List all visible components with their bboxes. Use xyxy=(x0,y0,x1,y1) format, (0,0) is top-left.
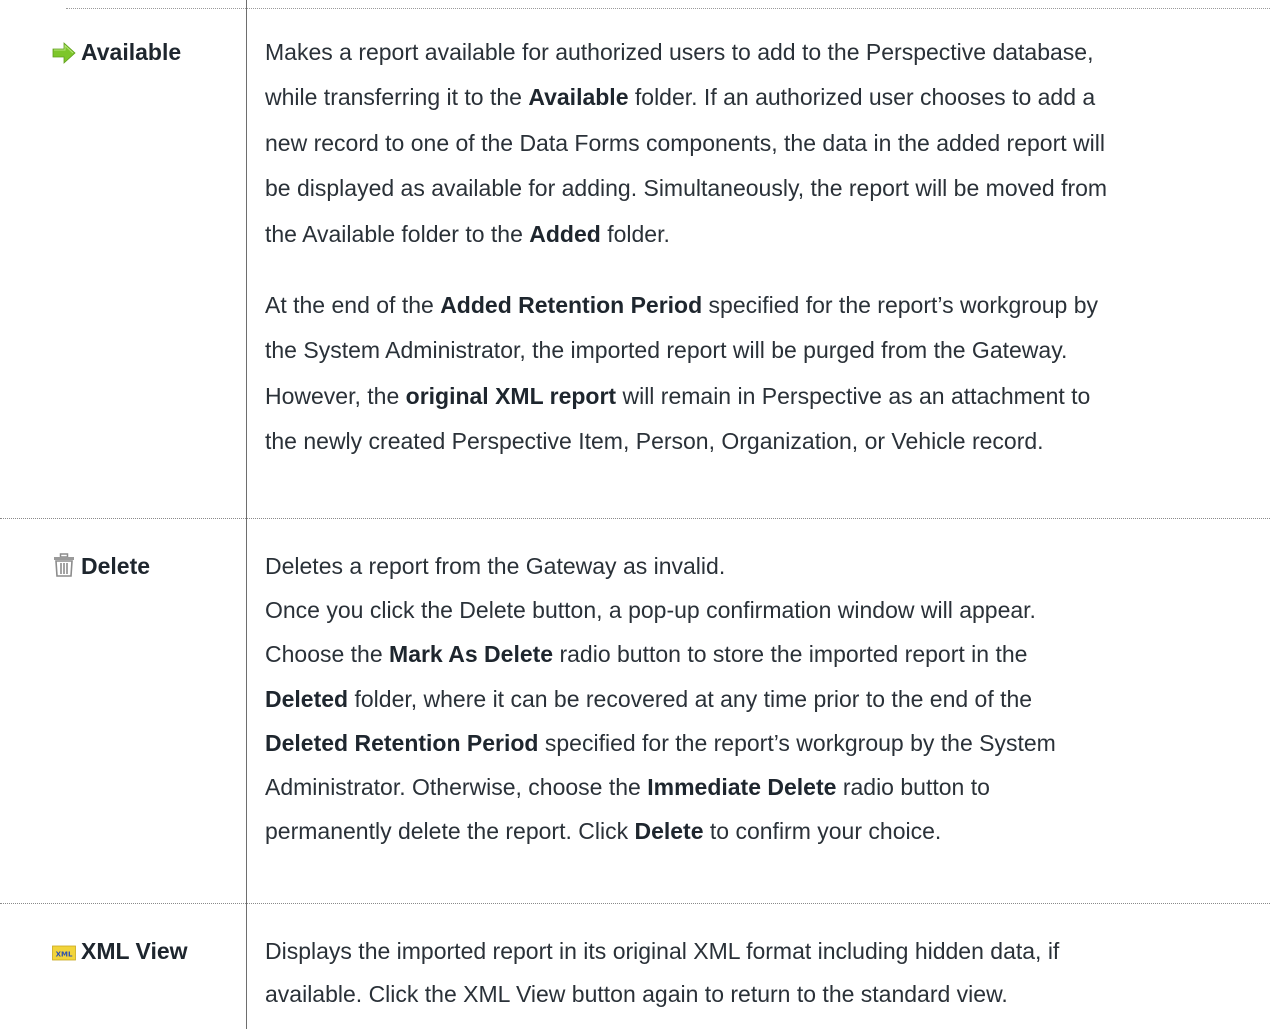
bold-term: Deleted xyxy=(265,685,349,712)
table-row-available: Available Makes a report available for a… xyxy=(0,0,1270,517)
term-label: XML View xyxy=(81,938,188,964)
bold-term: original XML report xyxy=(405,382,617,409)
description-line: permanently delete the report. Click Del… xyxy=(265,818,942,845)
bold-term: Immediate Delete xyxy=(647,774,837,801)
description-line: However, the original XML report will re… xyxy=(265,382,1091,409)
term-description: Makes a report available for authorized … xyxy=(265,30,1255,465)
bold-term: Added xyxy=(529,220,601,247)
description-line: Choose the Mark As Delete radio button t… xyxy=(265,641,1028,668)
description-line: Deleted folder, where it can be recovere… xyxy=(265,685,1033,712)
description-line: the Available folder to the Added folder… xyxy=(265,220,670,247)
description-line: At the end of the Added Retention Period… xyxy=(265,292,1099,319)
xml-icon-label: XML xyxy=(56,951,73,959)
description-line: Displays the imported report in its orig… xyxy=(265,938,1060,964)
description-line: Once you click the Delete button, a pop-… xyxy=(265,597,1036,624)
description-line: while transferring it to the Available f… xyxy=(265,84,1096,111)
description-line: Deletes a report from the Gateway as inv… xyxy=(265,553,726,579)
bold-term: Delete xyxy=(634,818,704,845)
description-line: the newly created Perspective Item, Pers… xyxy=(265,428,1044,455)
bold-term: Mark As Delete xyxy=(389,641,554,668)
trash-can-icon xyxy=(52,553,76,577)
xml-file-icon: XML xyxy=(52,944,76,962)
table-row-xml-view: XML XML View Displays the imported repor… xyxy=(0,904,1270,1029)
description-line: new record to one of the Data Forms comp… xyxy=(265,129,1105,156)
reference-table: Available Makes a report available for a… xyxy=(0,0,1270,1029)
description-line: Makes a report available for authorized … xyxy=(265,39,1094,65)
description-line: Administrator. Otherwise, choose the Imm… xyxy=(265,774,990,801)
term-description: Displays the imported report in its orig… xyxy=(265,930,1255,1016)
bold-term: Available xyxy=(528,84,629,111)
bold-term: Added Retention Period xyxy=(440,292,703,319)
table-row-delete: Delete Deletes a report from the Gateway… xyxy=(0,519,1270,901)
bold-term: Deleted Retention Period xyxy=(265,729,539,756)
term-description: Deletes a report from the Gateway as inv… xyxy=(265,544,1255,853)
description-line: be displayed as available for adding. Si… xyxy=(265,175,1108,202)
term-label: Available xyxy=(81,39,182,65)
green-right-arrow-icon xyxy=(52,41,76,65)
term-label: Delete xyxy=(81,553,151,579)
description-line: the System Administrator, the imported r… xyxy=(265,337,1068,364)
description-line: Deleted Retention Period specified for t… xyxy=(265,729,1056,756)
description-line: available. Click the XML View button aga… xyxy=(265,981,1008,1007)
